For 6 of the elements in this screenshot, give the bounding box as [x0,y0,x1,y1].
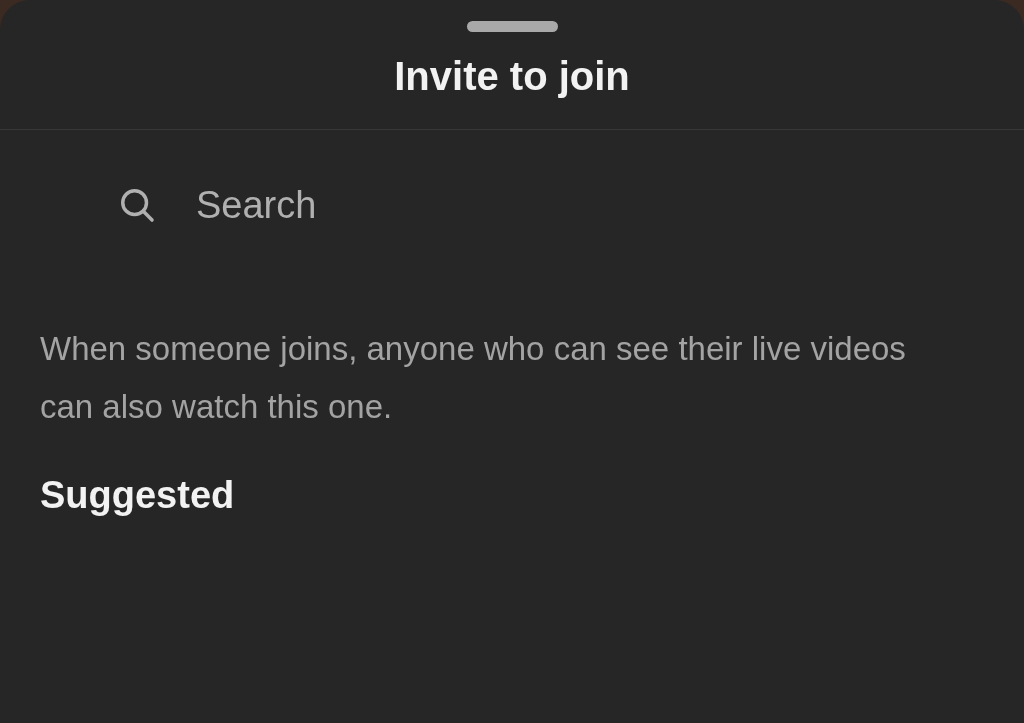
drag-handle[interactable] [466,21,558,32]
section-heading: Suggested [40,474,236,517]
notice-text: When someone joins, anyone who can see their live videos can also watch this one. [40,329,907,427]
search-icon [118,186,156,224]
sheet-title: Invite to join [0,32,1024,130]
search-field[interactable]: Search [196,183,718,227]
